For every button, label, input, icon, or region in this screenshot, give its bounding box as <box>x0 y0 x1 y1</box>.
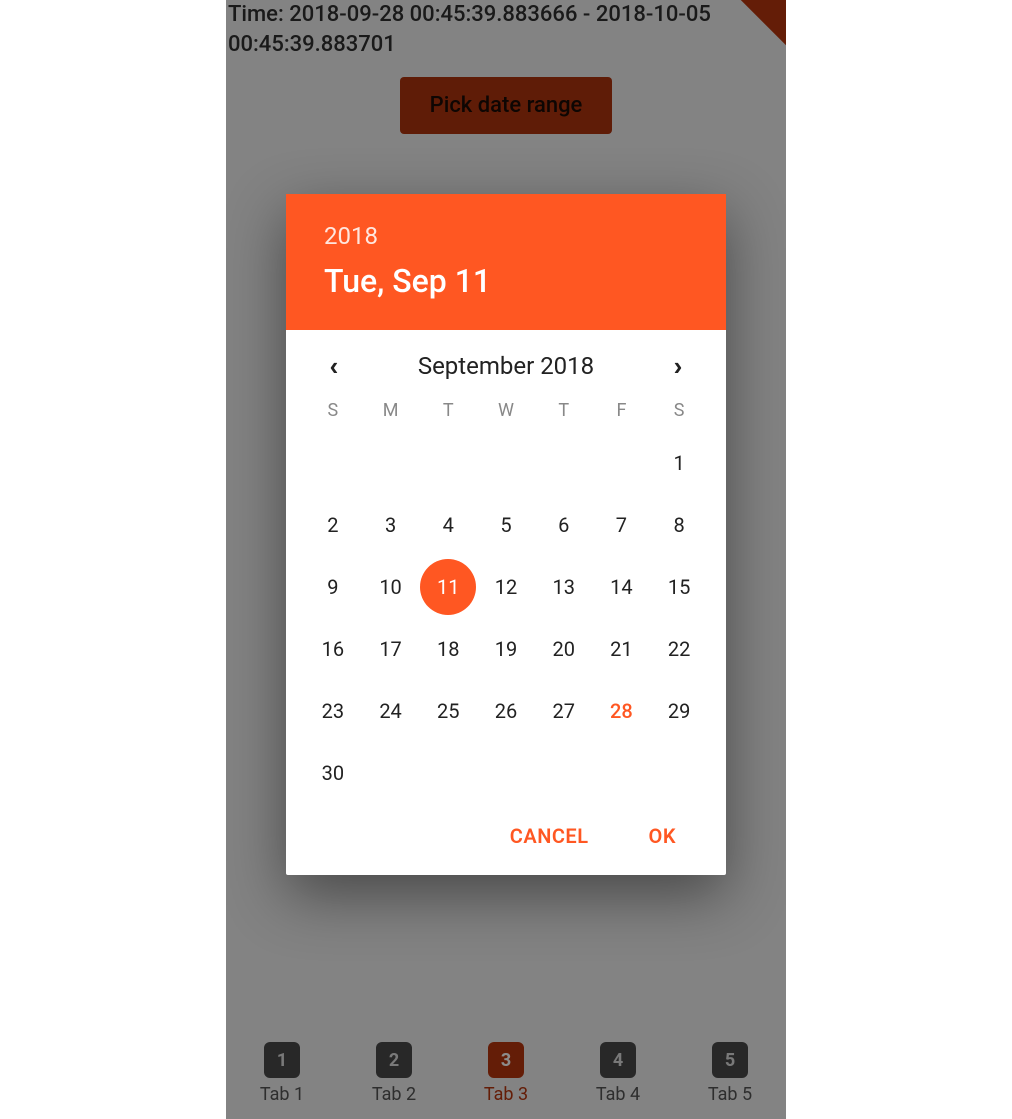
calendar-blank <box>304 443 362 483</box>
calendar-day-13[interactable]: 13 <box>535 567 593 607</box>
calendar-day-19[interactable]: 19 <box>477 629 535 669</box>
next-month-button[interactable]: › <box>660 348 696 384</box>
weekday-header: F <box>593 400 651 421</box>
calendar-day-25[interactable]: 25 <box>419 691 477 731</box>
calendar-day-16[interactable]: 16 <box>304 629 362 669</box>
calendar-day-7[interactable]: 7 <box>593 505 651 545</box>
calendar-day-29[interactable]: 29 <box>650 691 708 731</box>
calendar-day-21[interactable]: 21 <box>593 629 651 669</box>
calendar-day-27[interactable]: 27 <box>535 691 593 731</box>
weekday-header: M <box>362 400 420 421</box>
calendar-day-3[interactable]: 3 <box>362 505 420 545</box>
month-navigator: ‹ September 2018 › <box>286 330 726 392</box>
calendar-day-17[interactable]: 17 <box>362 629 420 669</box>
weekday-header: W <box>477 400 535 421</box>
calendar-grid: SMTWTFS123456789101112131415161718192021… <box>286 392 726 803</box>
calendar-day-8[interactable]: 8 <box>650 505 708 545</box>
calendar-day-18[interactable]: 18 <box>419 629 477 669</box>
calendar-day-6[interactable]: 6 <box>535 505 593 545</box>
month-label: September 2018 <box>418 352 594 380</box>
calendar-blank <box>477 443 535 483</box>
calendar-day-30[interactable]: 30 <box>304 753 362 793</box>
calendar-day-10[interactable]: 10 <box>362 567 420 607</box>
date-picker-dialog: 2018 Tue, Sep 11 ‹ September 2018 › SMTW… <box>286 194 726 875</box>
cancel-button[interactable]: CANCEL <box>504 823 595 849</box>
header-date[interactable]: Tue, Sep 11 <box>324 262 688 300</box>
calendar-day-20[interactable]: 20 <box>535 629 593 669</box>
calendar-day-28[interactable]: 28 <box>593 691 651 731</box>
calendar-day-14[interactable]: 14 <box>593 567 651 607</box>
calendar-day-12[interactable]: 12 <box>477 567 535 607</box>
modal-overlay[interactable]: 2018 Tue, Sep 11 ‹ September 2018 › SMTW… <box>226 0 786 1119</box>
app-frame: Time: 2018-09-28 00:45:39.883666 - 2018-… <box>226 0 786 1119</box>
prev-month-button[interactable]: ‹ <box>316 348 352 384</box>
calendar-day-11[interactable]: 11 <box>420 559 476 615</box>
calendar-day-23[interactable]: 23 <box>304 691 362 731</box>
calendar-day-4[interactable]: 4 <box>419 505 477 545</box>
calendar-day-15[interactable]: 15 <box>650 567 708 607</box>
weekday-header: T <box>419 400 477 421</box>
calendar-blank <box>419 443 477 483</box>
date-picker-header: 2018 Tue, Sep 11 <box>286 194 726 330</box>
weekday-header: S <box>304 400 362 421</box>
header-year[interactable]: 2018 <box>324 222 688 250</box>
weekday-header: S <box>650 400 708 421</box>
calendar-day-2[interactable]: 2 <box>304 505 362 545</box>
calendar-blank <box>535 443 593 483</box>
calendar-day-26[interactable]: 26 <box>477 691 535 731</box>
calendar-day-5[interactable]: 5 <box>477 505 535 545</box>
calendar-day-24[interactable]: 24 <box>362 691 420 731</box>
dialog-actions: CANCEL OK <box>286 803 726 875</box>
calendar-day-9[interactable]: 9 <box>304 567 362 607</box>
calendar-blank <box>362 443 420 483</box>
calendar-day-1[interactable]: 1 <box>650 443 708 483</box>
ok-button[interactable]: OK <box>643 823 682 849</box>
weekday-header: T <box>535 400 593 421</box>
calendar-blank <box>593 443 651 483</box>
calendar-day-22[interactable]: 22 <box>650 629 708 669</box>
